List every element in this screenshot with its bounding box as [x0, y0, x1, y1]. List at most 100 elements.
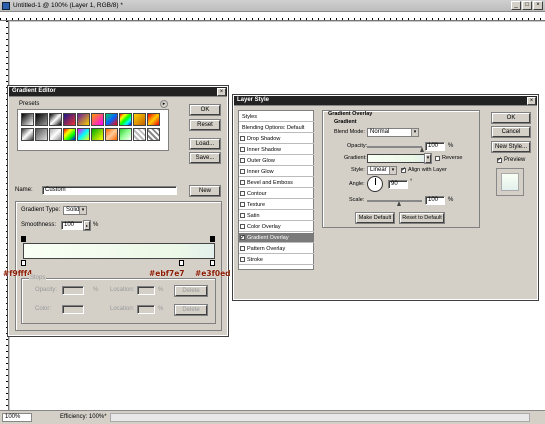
- reverse-checkbox[interactable]: [435, 156, 440, 161]
- preset-swatch[interactable]: [21, 113, 34, 126]
- blend-mode-select[interactable]: Normal ▾: [367, 128, 419, 137]
- gradient-preview-bar[interactable]: [23, 243, 215, 259]
- style-checkbox[interactable]: [240, 169, 245, 174]
- document-title-bar: Untitled-1 @ 100% (Layer 1, RGB/8) * _ □…: [0, 0, 545, 12]
- style-checkbox[interactable]: [240, 136, 245, 141]
- style-list-item[interactable]: Outer Glow: [239, 156, 314, 166]
- gradient-type-select[interactable]: Solid ▾: [63, 206, 87, 215]
- save-button[interactable]: Save...: [189, 152, 221, 164]
- layer-style-title: Layer Style: [237, 97, 270, 103]
- style-list-item[interactable]: Gradient Overlay: [239, 233, 314, 243]
- preset-swatch[interactable]: [133, 128, 146, 141]
- new-style-button[interactable]: New Style...: [491, 141, 531, 153]
- document-title: Untitled-1 @ 100% (Layer 1, RGB/8) *: [13, 2, 123, 9]
- style-checkbox[interactable]: [240, 158, 245, 163]
- gradient-picker[interactable]: [367, 154, 425, 163]
- opacity-input[interactable]: 100: [425, 142, 445, 151]
- angle-unit: °: [410, 179, 413, 185]
- color-stop-1[interactable]: [21, 260, 26, 266]
- style-list-item[interactable]: Drop Shadow: [239, 134, 314, 144]
- angle-input[interactable]: 90: [388, 180, 408, 189]
- preset-swatch[interactable]: [49, 113, 62, 126]
- style-list-item[interactable]: Texture: [239, 200, 314, 210]
- preset-swatch[interactable]: [105, 128, 118, 141]
- style-list-label: Bevel and Emboss: [247, 180, 293, 186]
- preset-swatch[interactable]: [119, 113, 132, 126]
- smoothness-stepper[interactable]: ▸: [83, 220, 91, 231]
- align-with-layer-checkbox[interactable]: [401, 166, 406, 173]
- style-list-label: Contour: [247, 191, 267, 197]
- close-window-button[interactable]: ×: [533, 1, 543, 10]
- chevron-down-icon: ▾: [389, 167, 396, 174]
- style-list-item[interactable]: Blending Options: Default: [239, 123, 314, 133]
- preset-swatch[interactable]: [35, 113, 48, 126]
- color-tag-2: #ebf7e7: [149, 269, 185, 278]
- style-list-item[interactable]: Styles: [239, 112, 314, 122]
- color-stop-3[interactable]: [210, 260, 215, 266]
- style-checkbox[interactable]: [240, 147, 245, 152]
- preset-swatch[interactable]: [63, 128, 76, 141]
- maximize-button[interactable]: □: [522, 1, 532, 10]
- style-checkbox[interactable]: [240, 180, 245, 185]
- preview-checkbox[interactable]: [497, 156, 502, 163]
- preset-swatch[interactable]: [147, 128, 160, 141]
- new-gradient-button[interactable]: New: [189, 185, 221, 197]
- opacity-label: Opacity:: [35, 287, 58, 293]
- opacity-unit: %: [448, 143, 454, 149]
- preset-swatch[interactable]: [77, 128, 90, 141]
- preset-swatch[interactable]: [119, 128, 132, 141]
- style-list-item[interactable]: Contour: [239, 189, 314, 199]
- style-list-item[interactable]: Pattern Overlay: [239, 244, 314, 254]
- opacity-stop-left[interactable]: [21, 236, 26, 242]
- style-select[interactable]: Linear ▾: [367, 166, 397, 175]
- load-button[interactable]: Load...: [189, 138, 221, 150]
- preset-swatch[interactable]: [21, 128, 34, 141]
- opacity-slider-track[interactable]: [367, 146, 422, 148]
- style-checkbox[interactable]: [240, 224, 245, 229]
- style-checkbox[interactable]: [240, 191, 245, 196]
- style-list-item[interactable]: Bevel and Emboss: [239, 178, 314, 188]
- preset-swatch[interactable]: [105, 113, 118, 126]
- style-checkbox[interactable]: [240, 257, 245, 262]
- preset-swatch[interactable]: [133, 113, 146, 126]
- presets-grid[interactable]: [17, 109, 169, 151]
- style-preview-thumbnail: [496, 168, 524, 196]
- preset-swatch[interactable]: [91, 128, 104, 141]
- scale-slider-track[interactable]: [367, 200, 422, 202]
- reset-button[interactable]: Reset: [189, 119, 221, 131]
- style-list-item[interactable]: Inner Glow: [239, 167, 314, 177]
- opacity-stop-right[interactable]: [210, 236, 215, 242]
- style-checkbox[interactable]: [240, 202, 245, 207]
- gradient-name-input[interactable]: Custom: [42, 186, 177, 195]
- color-stop-2[interactable]: [179, 260, 184, 266]
- gradient-editor-close-button[interactable]: ×: [217, 88, 226, 96]
- make-default-button[interactable]: Make Default: [355, 212, 395, 224]
- preset-swatch[interactable]: [49, 128, 62, 141]
- opacity-unit: %: [93, 287, 99, 293]
- style-list-item[interactable]: Inner Shadow: [239, 145, 314, 155]
- style-list-item[interactable]: Satin: [239, 211, 314, 221]
- preset-swatch[interactable]: [147, 113, 160, 126]
- preset-swatch[interactable]: [77, 113, 90, 126]
- angle-dial[interactable]: [367, 176, 383, 192]
- preset-swatch[interactable]: [91, 113, 104, 126]
- reset-to-default-button[interactable]: Reset to Default: [399, 212, 445, 224]
- scale-input[interactable]: 100: [425, 196, 445, 205]
- ok-button[interactable]: OK: [189, 104, 221, 116]
- minimize-button[interactable]: _: [511, 1, 521, 10]
- style-checkbox[interactable]: [240, 246, 245, 251]
- cancel-button[interactable]: Cancel: [491, 126, 531, 138]
- style-checkbox[interactable]: [240, 233, 245, 243]
- zoom-field[interactable]: 100%: [2, 413, 32, 422]
- style-list-item[interactable]: Color Overlay: [239, 222, 314, 232]
- style-list-item[interactable]: Stroke: [239, 255, 314, 265]
- horizontal-scrollbar[interactable]: [110, 413, 530, 422]
- style-checkbox[interactable]: [240, 213, 245, 218]
- presets-menu-arrow-icon[interactable]: ▸: [160, 100, 168, 108]
- smoothness-input[interactable]: 100: [61, 221, 83, 230]
- gradient-picker-dropdown[interactable]: ▾: [424, 153, 432, 164]
- preset-swatch[interactable]: [35, 128, 48, 141]
- preset-swatch[interactable]: [63, 113, 76, 126]
- layer-style-close-button[interactable]: ×: [527, 97, 536, 105]
- ok-button[interactable]: OK: [491, 112, 531, 124]
